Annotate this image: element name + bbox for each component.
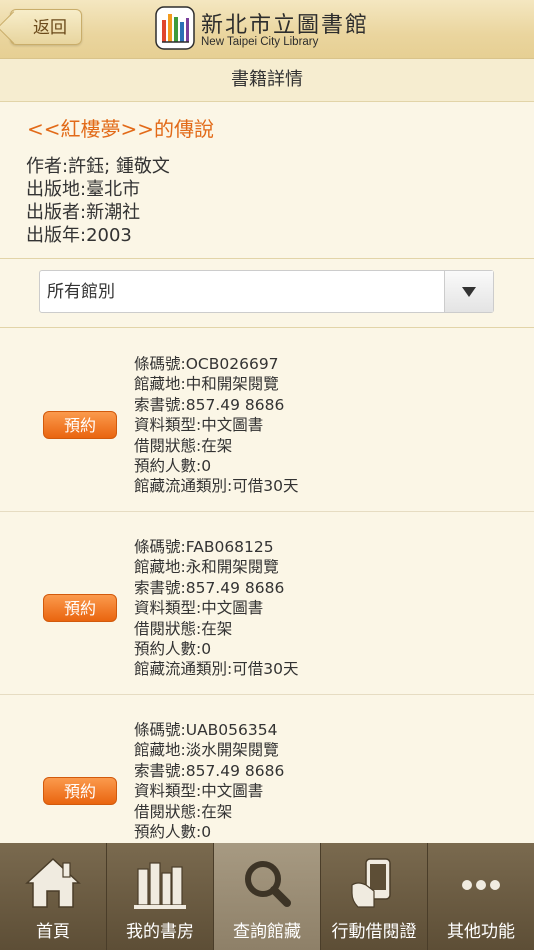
holding-barcode: 條碼號:UAB056354: [134, 721, 278, 739]
holding-reservations: 預約人數:0: [134, 457, 212, 476]
holding-item: 預約 條碼號:OCB026697 館藏地:中和開架閱覽 索書號:857.49 8…: [0, 329, 534, 513]
holding-type: 資料類型:中文圖書: [134, 782, 264, 801]
book-meta: 作者:許鈺; 鍾敬文 出版地:臺北市 出版者:新潮社 出版年:2003: [26, 155, 170, 247]
book-publisher: 出版者:新潮社: [26, 202, 141, 223]
holding-status: 借閱狀態:在架: [134, 436, 233, 455]
home-icon: [25, 857, 81, 908]
tab-other-functions[interactable]: 其他功能: [428, 843, 534, 950]
holding-reservations: 預約人數:0: [134, 823, 212, 842]
branch-select[interactable]: 所有館別: [39, 270, 494, 313]
holding-status: 借閱狀態:在架: [134, 619, 233, 638]
bookshelf-icon: [134, 862, 186, 909]
tab-my-library-label: 我的書房: [126, 922, 194, 942]
book-place: 出版地:臺北市: [26, 179, 141, 200]
book-title: <<紅樓夢>>的傳說: [27, 117, 215, 141]
holding-location: 館藏地:淡水開架閱覽: [134, 741, 279, 760]
holding-location: 館藏地:中和開架閱覽: [134, 375, 279, 394]
holding-barcode: 條碼號:FAB068125: [134, 538, 274, 556]
book-year: 出版年:2003: [26, 225, 132, 246]
holding-item: 預約 條碼號:FAB068125 館藏地:永和開架閱覽 索書號:857.49 8…: [0, 512, 534, 696]
search-icon: [245, 861, 291, 907]
book-author: 作者:許鈺; 鍾敬文: [26, 156, 170, 177]
holding-location: 館藏地:永和開架閱覽: [134, 558, 279, 577]
more-icon: [462, 880, 500, 890]
holding-circulation: 館藏流通類別:可借30天: [134, 660, 299, 679]
app-header: 返回 新北市立圖書館 New Taipei City Library: [0, 0, 534, 59]
holding-type: 資料類型:中文圖書: [134, 599, 264, 618]
holding-reservations: 預約人數:0: [134, 640, 212, 659]
tab-mobile-card-label: 行動借閱證: [331, 922, 417, 942]
reserve-button[interactable]: 預約: [43, 594, 117, 622]
tab-search-holdings-label: 查詢館藏: [233, 922, 301, 942]
tab-home[interactable]: 首頁: [0, 843, 107, 950]
tab-other-functions-label: 其他功能: [447, 922, 515, 942]
logo-english-name: New Taipei City Library: [201, 36, 319, 48]
library-logo-icon: [155, 6, 195, 50]
tab-my-library[interactable]: 我的書房: [107, 843, 214, 950]
holding-call-number: 索書號:857.49 8686: [134, 395, 285, 414]
bottom-tab-bar: 首頁 我的書房 查詢館藏 行動借閱證 其他功能: [0, 843, 534, 950]
divider: [0, 258, 534, 259]
logo-chinese-name: 新北市立圖書館: [201, 13, 370, 38]
back-button-label: 返回: [33, 18, 67, 38]
library-logo: 新北市立圖書館 New Taipei City Library: [155, 6, 385, 52]
holding-call-number: 索書號:857.49 8686: [134, 761, 285, 780]
divider: [0, 327, 534, 328]
tab-search-holdings[interactable]: 查詢館藏: [214, 843, 321, 950]
tab-mobile-card[interactable]: 行動借閱證: [321, 843, 428, 950]
holding-circulation: 館藏流通類別:可借30天: [134, 477, 299, 496]
holding-call-number: 索書號:857.49 8686: [134, 578, 285, 597]
tab-home-label: 首頁: [36, 922, 70, 942]
page-title: 書籍詳情: [0, 59, 534, 102]
mobile-card-icon: [351, 858, 391, 908]
branch-select-value: 所有館別: [47, 282, 115, 302]
reserve-button[interactable]: 預約: [43, 411, 117, 439]
holding-barcode: 條碼號:OCB026697: [134, 355, 279, 373]
chevron-down-icon[interactable]: [444, 271, 493, 312]
back-button[interactable]: 返回: [10, 9, 82, 45]
holding-status: 借閱狀態:在架: [134, 802, 233, 821]
reserve-button[interactable]: 預約: [43, 777, 117, 805]
holding-type: 資料類型:中文圖書: [134, 416, 264, 435]
